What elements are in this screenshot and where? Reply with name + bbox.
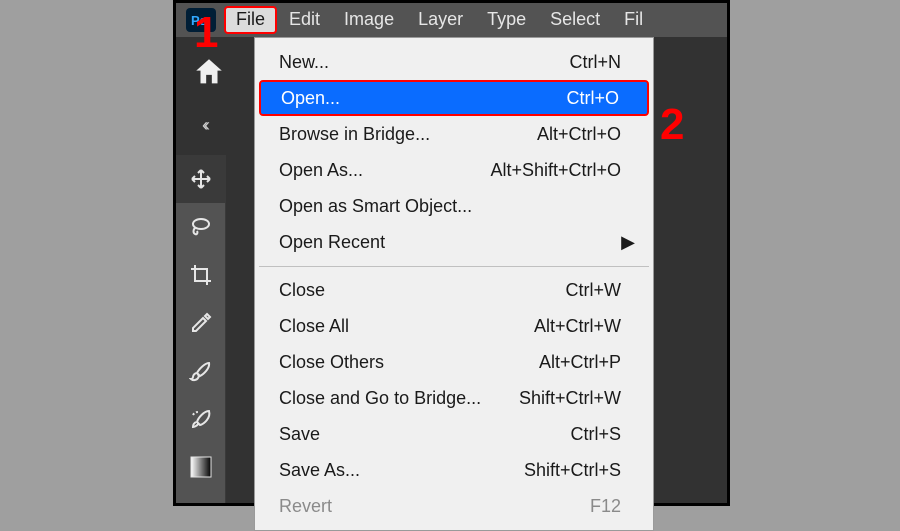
menuitem-open[interactable]: Open... Ctrl+O bbox=[259, 80, 649, 116]
menu-type[interactable]: Type bbox=[475, 5, 538, 35]
history-brush-tool-icon[interactable] bbox=[176, 395, 225, 443]
eyedropper-tool-icon[interactable] bbox=[176, 299, 225, 347]
app-window: Ps File Edit Image Layer Type Select Fil… bbox=[173, 0, 730, 506]
menuitem-shortcut: Alt+Ctrl+O bbox=[537, 121, 621, 147]
gradient-tool-icon[interactable] bbox=[176, 443, 225, 491]
menuitem-open-as[interactable]: Open As... Alt+Shift+Ctrl+O bbox=[255, 152, 653, 188]
menuitem-shortcut: Alt+Shift+Ctrl+O bbox=[490, 157, 621, 183]
menuitem-save[interactable]: Save Ctrl+S bbox=[255, 416, 653, 452]
menuitem-save-as[interactable]: Save As... Shift+Ctrl+S bbox=[255, 452, 653, 488]
menuitem-shortcut: Ctrl+O bbox=[566, 85, 619, 111]
menubar: Ps File Edit Image Layer Type Select Fil bbox=[176, 3, 727, 37]
menuitem-label: Save As... bbox=[279, 457, 524, 483]
menuitem-label: Browse in Bridge... bbox=[279, 121, 537, 147]
menuitem-shortcut: Alt+Ctrl+P bbox=[539, 349, 621, 375]
menuitem-label: Open... bbox=[281, 85, 566, 111]
tool-column bbox=[176, 155, 226, 503]
menuitem-label: Open as Smart Object... bbox=[279, 193, 621, 219]
crop-tool-icon[interactable] bbox=[176, 251, 225, 299]
menuitem-label: Open Recent bbox=[279, 229, 621, 255]
menuitem-label: Close bbox=[279, 277, 566, 303]
menuitem-shortcut: F12 bbox=[590, 493, 621, 519]
file-menu-dropdown: New... Ctrl+N Open... Ctrl+O Browse in B… bbox=[254, 37, 654, 531]
menuitem-shortcut: Shift+Ctrl+S bbox=[524, 457, 621, 483]
app-body: ‹‹ bbox=[176, 37, 727, 503]
menuitem-browse-in-bridge[interactable]: Browse in Bridge... Alt+Ctrl+O bbox=[255, 116, 653, 152]
menuitem-open-recent[interactable]: Open Recent ▶ bbox=[255, 224, 653, 260]
menuitem-shortcut: Ctrl+W bbox=[566, 277, 622, 303]
collapse-panel-icon[interactable]: ‹‹ bbox=[202, 115, 206, 136]
menuitem-label: Close Others bbox=[279, 349, 539, 375]
menuitem-label: Save bbox=[279, 421, 570, 447]
submenu-arrow-icon: ▶ bbox=[621, 229, 635, 255]
menu-edit[interactable]: Edit bbox=[277, 5, 332, 35]
menuitem-shortcut: Ctrl+S bbox=[570, 421, 621, 447]
menuitem-label: New... bbox=[279, 49, 569, 75]
menuitem-revert: Revert F12 bbox=[255, 488, 653, 524]
move-tool-icon[interactable] bbox=[176, 155, 225, 203]
home-icon[interactable] bbox=[192, 55, 226, 94]
menuitem-label: Close and Go to Bridge... bbox=[279, 385, 519, 411]
menu-file[interactable]: File bbox=[224, 6, 277, 34]
menuitem-label: Close All bbox=[279, 313, 534, 339]
menuitem-close-all[interactable]: Close All Alt+Ctrl+W bbox=[255, 308, 653, 344]
left-strip: ‹‹ bbox=[176, 37, 254, 503]
menuitem-shortcut: Ctrl+N bbox=[569, 49, 621, 75]
menuitem-shortcut: Alt+Ctrl+W bbox=[534, 313, 621, 339]
brush-tool-icon[interactable] bbox=[176, 347, 225, 395]
annotation-1: 1 bbox=[194, 8, 218, 58]
menuitem-close-and-go-to-bridge[interactable]: Close and Go to Bridge... Shift+Ctrl+W bbox=[255, 380, 653, 416]
menuitem-label: Revert bbox=[279, 493, 590, 519]
menu-filter[interactable]: Fil bbox=[612, 5, 655, 35]
menu-layer[interactable]: Layer bbox=[406, 5, 475, 35]
menuitem-new[interactable]: New... Ctrl+N bbox=[255, 44, 653, 80]
menuitem-close-others[interactable]: Close Others Alt+Ctrl+P bbox=[255, 344, 653, 380]
annotation-2: 2 bbox=[660, 100, 684, 150]
menuitem-close[interactable]: Close Ctrl+W bbox=[255, 272, 653, 308]
lasso-tool-icon[interactable] bbox=[176, 203, 225, 251]
menuitem-open-as-smart-object[interactable]: Open as Smart Object... bbox=[255, 188, 653, 224]
menu-image[interactable]: Image bbox=[332, 5, 406, 35]
menuitem-shortcut: Shift+Ctrl+W bbox=[519, 385, 621, 411]
menu-select[interactable]: Select bbox=[538, 5, 612, 35]
menuitem-label: Open As... bbox=[279, 157, 490, 183]
menu-separator bbox=[259, 266, 649, 267]
